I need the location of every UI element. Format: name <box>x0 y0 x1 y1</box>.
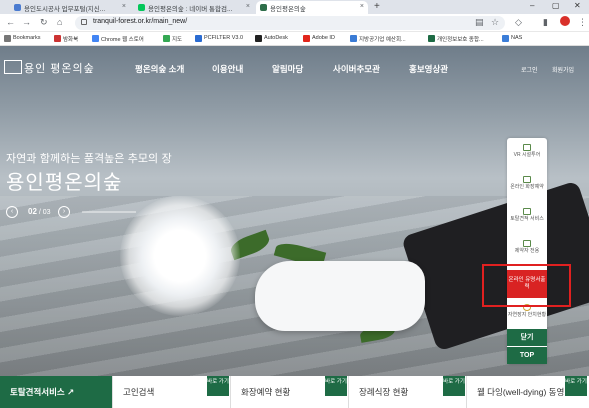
bookmark-item[interactable]: NAS <box>502 35 522 42</box>
tab-title: 용인평온의숲 : 네이버 통합검... <box>148 6 233 13</box>
bookmark-favicon <box>255 35 262 42</box>
bookmarks-bar: Bookmarks 밤화북 Chrome 웹 스토어 지도 PCFILTER V… <box>0 32 589 46</box>
lock-icon <box>523 240 531 247</box>
slide-progress-bar <box>82 211 136 213</box>
tab-close-icon[interactable]: × <box>360 3 364 10</box>
bookmark-item[interactable]: Bookmarks <box>4 35 41 42</box>
white-glove-image <box>255 261 425 331</box>
bookmark-favicon <box>54 35 61 42</box>
go-button[interactable]: 바로 가기 <box>565 376 587 396</box>
quick-online-reservation[interactable]: 온라인 화장예약 <box>507 176 547 190</box>
translate-icon[interactable]: ▤ <box>475 17 484 28</box>
quick-restricted[interactable]: 제약자 전용 <box>507 240 547 254</box>
bookmark-favicon <box>163 35 170 42</box>
calendar-icon <box>523 176 531 183</box>
nav-item-cyber-memorial[interactable]: 사이버추모관 <box>333 63 380 75</box>
go-button[interactable]: 바로 가기 <box>443 376 465 396</box>
sidebar-icon[interactable]: ▮ <box>543 17 548 28</box>
browser-tab-bar: 용인도시공사 업무포털(지신... × 용인평온의숲 : 네이버 통합검... … <box>0 0 589 14</box>
top-button[interactable]: TOP <box>507 347 547 364</box>
bottom-shortcuts: 토탈견적서비스 ↗ 고인검색 바로 가기 화장예약 현황 바로 가기 장례식장 … <box>0 376 589 408</box>
signup-link[interactable]: 회원가입 <box>552 65 574 74</box>
hero-title: 용인평온의숲 <box>6 170 123 194</box>
nav-item-guide[interactable]: 이용안내 <box>212 63 243 75</box>
menu-dots-icon[interactable]: ⋮ <box>578 17 587 28</box>
home-icon[interactable]: ⌂ <box>57 17 62 27</box>
go-button[interactable]: 바로 가기 <box>207 376 229 396</box>
slider-prev-button[interactable]: ‹ <box>6 206 18 218</box>
tab-title: 용인도시공사 업무포털(지신... <box>24 6 106 13</box>
bookmark-item[interactable]: AutoDesk <box>255 35 288 42</box>
bookmark-star-icon[interactable]: ☆ <box>491 17 499 28</box>
forward-icon[interactable]: → <box>22 17 31 27</box>
reload-icon[interactable]: ↻ <box>40 17 48 28</box>
bookmark-item[interactable]: Chrome 웹 스토어 <box>92 35 144 43</box>
bookmark-favicon <box>428 35 435 42</box>
hero-subtitle: 자연과 함께하는 품격높은 추모의 장 <box>6 152 172 165</box>
back-icon[interactable]: ← <box>6 17 15 27</box>
bookmark-favicon <box>195 35 202 42</box>
window-close-icon[interactable]: ✕ <box>574 1 581 10</box>
white-chrysanthemum-image <box>120 196 240 316</box>
bookmark-item[interactable]: Adobe ID <box>303 35 335 42</box>
site-info-icon[interactable] <box>81 19 87 25</box>
url-text[interactable]: tranquil-forest.or.kr/main_new/ <box>93 18 187 25</box>
tab-close-icon[interactable]: × <box>122 3 126 10</box>
funeral-hall-status-section: 장례식장 현황 바로 가기 <box>349 376 467 408</box>
bookmark-favicon <box>92 35 99 42</box>
quick-vr-tour[interactable]: VR 시설투어 <box>507 144 547 158</box>
deceased-search-section: 고인검색 바로 가기 <box>113 376 231 408</box>
quick-close-button[interactable]: 닫기 <box>507 329 547 346</box>
tab-favicon <box>260 4 267 11</box>
vr-icon <box>523 144 531 151</box>
slide-counter: 02 / 03 <box>28 207 51 216</box>
quick-total-estimate[interactable]: 토탈견적 서비스 <box>507 208 547 222</box>
total-estimate-section[interactable]: 토탈견적서비스 ↗ <box>0 376 113 408</box>
minimize-icon[interactable]: – <box>530 1 534 10</box>
estimate-icon <box>523 208 531 215</box>
go-button[interactable]: 바로 가기 <box>325 376 347 396</box>
browser-tab-active[interactable]: 용인평온의숲 × <box>256 1 368 14</box>
section-title: 장례식장 현황 <box>359 387 409 397</box>
nav-item-promo-video[interactable]: 홍보영상관 <box>409 63 448 75</box>
nav-item-intro[interactable]: 평온의숲 소개 <box>135 63 184 75</box>
section-title[interactable]: 토탈견적서비스 ↗ <box>10 386 74 398</box>
tab-favicon <box>14 4 21 11</box>
section-title: 고인검색 <box>123 387 155 397</box>
profile-avatar-icon[interactable] <box>560 16 570 26</box>
bookmark-item[interactable]: 개인정보보호 종합... <box>428 35 484 43</box>
section-title: 웰 다잉(well-dying) 동영 <box>477 387 565 397</box>
omnibox[interactable]: tranquil-forest.or.kr/main_new/ ▤ ☆ <box>75 16 505 30</box>
new-tab-button[interactable]: + <box>374 1 380 12</box>
tab-title: 용인평온의숲 <box>270 6 306 13</box>
quick-menu: VR 시설투어 온라인 화장예약 토탈견적 서비스 제약자 전용 온라인 유명서… <box>507 138 547 364</box>
login-link[interactable]: 로그인 <box>521 65 538 74</box>
cremation-status-section: 화장예약 현황 바로 가기 <box>231 376 349 408</box>
bookmark-item[interactable]: 지도 <box>163 35 182 43</box>
bookmark-item[interactable]: PCFILTER V3.0 <box>195 35 243 42</box>
browser-tab[interactable]: 용인평온의숲 : 네이버 통합검... × <box>134 1 254 14</box>
site-header: 용인 평온의숲 평온의숲 소개 이용안내 알림마당 사이버추모관 홍보영상관 로… <box>0 46 589 90</box>
browser-tab[interactable]: 용인도시공사 업무포털(지신... × <box>10 1 130 14</box>
bookmark-item[interactable]: 밤화북 <box>54 35 78 43</box>
maximize-icon[interactable]: ▢ <box>552 1 560 10</box>
extensions-icon[interactable]: ◇ <box>515 17 522 28</box>
site-logo[interactable]: 용인 평온의숲 <box>4 60 95 76</box>
highlight-box <box>482 264 571 307</box>
section-title: 화장예약 현황 <box>241 387 291 397</box>
bookmark-item[interactable]: 지방공기업 예산회... <box>350 35 406 43</box>
tab-favicon <box>138 4 145 11</box>
address-bar-row: ← → ↻ ⌂ tranquil-forest.or.kr/main_new/ … <box>0 14 589 32</box>
logo-mark-icon <box>4 60 22 74</box>
well-dying-video-section: 웰 다잉(well-dying) 동영 바로 가기 <box>467 376 589 408</box>
bookmarks-icon <box>4 35 11 42</box>
bookmark-favicon <box>350 35 357 42</box>
tab-close-icon[interactable]: × <box>246 3 250 10</box>
bookmark-favicon <box>502 35 509 42</box>
nav-item-notice[interactable]: 알림마당 <box>272 63 303 75</box>
bookmark-favicon <box>303 35 310 42</box>
slider-next-button[interactable]: › <box>58 206 70 218</box>
